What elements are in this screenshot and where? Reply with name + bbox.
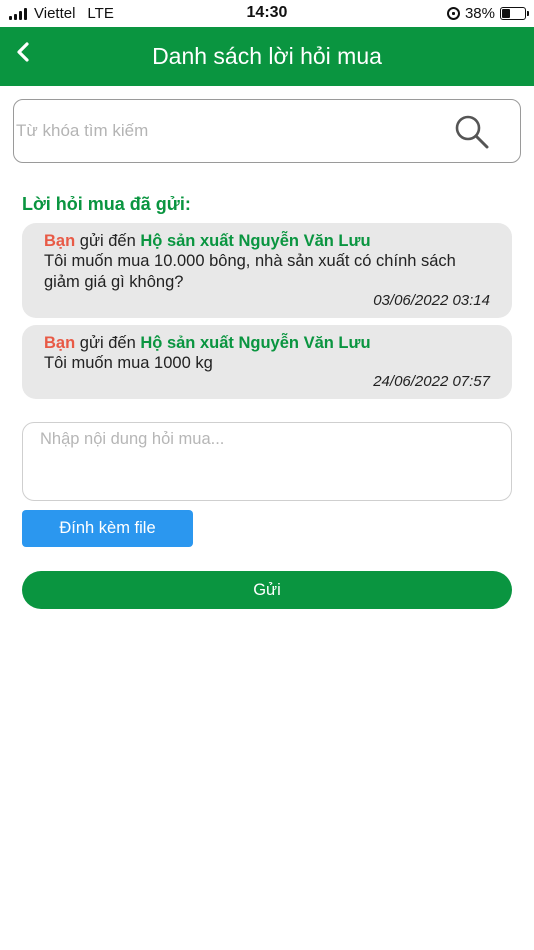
page-title: Danh sách lời hỏi mua [152, 43, 382, 69]
message-recipient: Hộ sản xuất Nguyễn Văn Lưu [140, 232, 371, 250]
message-text: Tôi muốn mua 1000 kg [44, 354, 213, 372]
compose-box [22, 422, 512, 501]
message-text: Tôi muốn mua 10.000 bông, nhà sản xuất c… [44, 252, 456, 291]
message-header: Bạn gửi đến Hộ sản xuất Nguyễn Văn Lưu [44, 333, 490, 353]
app-header: Danh sách lời hỏi mua [0, 27, 534, 86]
message-timestamp: 24/06/2022 07:57 [373, 373, 490, 390]
battery-percentage: 38% [464, 5, 495, 22]
search-icon[interactable] [454, 114, 490, 150]
status-right: 38% [446, 5, 529, 22]
message-sender: Bạn [44, 232, 76, 250]
message-to-label: gửi đến [79, 232, 136, 250]
inquiry-textarea[interactable] [23, 423, 511, 500]
status-bar: Viettel LTE 14:30 38% [0, 0, 534, 27]
send-button[interactable]: Gửi [22, 571, 512, 609]
search-box [13, 99, 521, 163]
search-input[interactable] [16, 114, 436, 148]
message-to-label: gửi đến [79, 334, 136, 352]
message-sender: Bạn [44, 334, 76, 352]
message-recipient: Hộ sản xuất Nguyễn Văn Lưu [140, 334, 371, 352]
screen: Viettel LTE 14:30 38% Danh sách lời hỏi … [0, 0, 534, 950]
message-header: Bạn gửi đến Hộ sản xuất Nguyễn Văn Lưu [44, 231, 490, 251]
message-card[interactable]: Bạn gửi đến Hộ sản xuất Nguyễn Văn Lưu T… [22, 223, 512, 318]
message-timestamp: 03/06/2022 03:14 [373, 292, 490, 309]
message-card[interactable]: Bạn gửi đến Hộ sản xuất Nguyễn Văn Lưu T… [22, 325, 512, 399]
rotation-lock-icon [446, 7, 460, 20]
attach-file-button[interactable]: Đính kèm file [22, 510, 193, 547]
battery-icon [500, 7, 529, 20]
battery-fill [502, 9, 511, 18]
section-title: Lời hỏi mua đã gửi: [22, 194, 191, 214]
